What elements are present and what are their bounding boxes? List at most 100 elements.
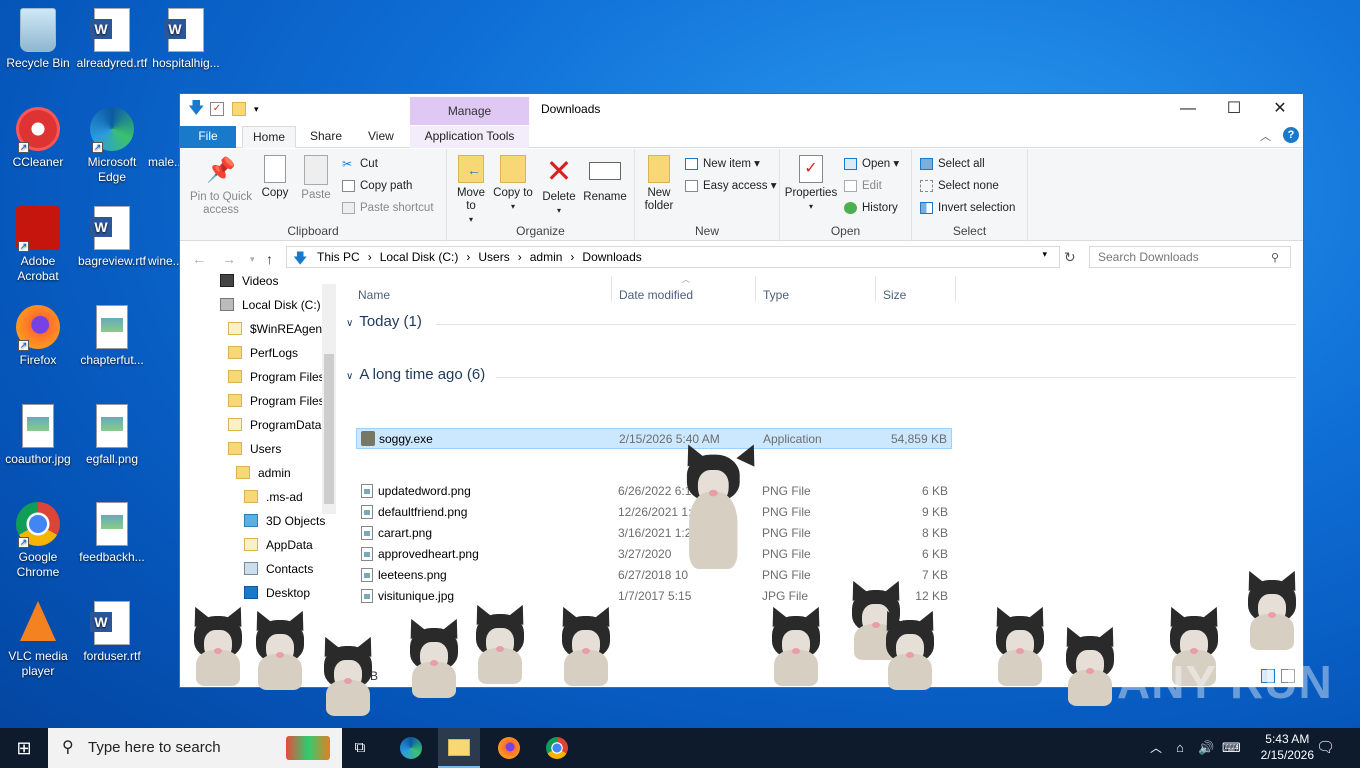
- table-row[interactable]: updatedword.png 6/26/2022 6:14 PM PNG File…: [356, 481, 952, 502]
- column-header-date[interactable]: Date modified: [619, 288, 693, 306]
- copy-button[interactable]: Copy: [258, 155, 292, 200]
- select-all-button[interactable]: Select all: [920, 155, 985, 173]
- nav-item-winreagent[interactable]: $WinREAgent: [228, 318, 325, 340]
- manage-contextual-tab[interactable]: Manage: [410, 97, 529, 125]
- table-row[interactable]: defaultfriend.png 12/26/2021 1:58 PM PNG F…: [356, 502, 952, 523]
- tab-home[interactable]: Home: [242, 126, 297, 148]
- close-button[interactable]: ✕: [1257, 94, 1303, 124]
- volume-icon[interactable]: 🔊: [1198, 728, 1216, 768]
- desktop-icon-wine[interactable]: wine...: [148, 206, 180, 269]
- taskbar-edge-icon[interactable]: [396, 728, 426, 768]
- minimize-button[interactable]: —: [1165, 94, 1211, 124]
- desktop-icon-alreadyred[interactable]: alreadyred.rtf: [74, 8, 150, 71]
- open-button[interactable]: Open ▾: [844, 155, 899, 173]
- desktop-icon-edge[interactable]: ↗ Microsoft Edge: [74, 107, 150, 185]
- easy-access-button[interactable]: Easy access ▾: [685, 177, 777, 195]
- desktop-icon-feedbackh[interactable]: feedbackh...: [74, 502, 150, 565]
- paste-button[interactable]: Paste: [298, 155, 334, 202]
- nav-item-contacts[interactable]: Contacts: [244, 558, 313, 580]
- table-row[interactable]: carart.png 3/16/2021 1:21 AM PNG File 8 KB: [356, 523, 952, 544]
- notifications-icon[interactable]: 🗨: [1316, 728, 1340, 768]
- history-button[interactable]: History: [844, 199, 898, 217]
- properties-button[interactable]: ✓ Properties ▾: [782, 155, 840, 213]
- clock[interactable]: 5:43 AM 2/15/2026: [1261, 731, 1314, 763]
- tab-share[interactable]: Share: [300, 126, 352, 148]
- search-input[interactable]: Search Downloads: [1089, 246, 1291, 268]
- taskbar-chrome-icon[interactable]: [542, 728, 572, 768]
- move-to-button[interactable]: ← Move to ▾: [451, 155, 491, 226]
- desktop-icon-male[interactable]: male...: [148, 107, 180, 170]
- desktop-icon-firefox[interactable]: ↗ Firefox: [0, 305, 76, 368]
- pin-quick-access-button[interactable]: 📌 Pin to Quick access: [186, 155, 256, 217]
- properties-qat-icon[interactable]: 🡇: [188, 101, 204, 117]
- taskbar-file-explorer-icon[interactable]: [438, 728, 480, 768]
- nav-item-programdata[interactable]: ProgramData: [228, 414, 321, 436]
- crumb-users[interactable]: Users: [478, 250, 509, 264]
- column-header-type[interactable]: Type: [763, 288, 789, 306]
- desktop-icon-chrome[interactable]: ↗ Google Chrome: [0, 502, 76, 580]
- column-header-size[interactable]: Size: [883, 288, 906, 306]
- crumb-this-pc[interactable]: This PC: [317, 250, 360, 264]
- desktop-icon-recycle-bin[interactable]: Recycle Bin: [0, 8, 76, 71]
- nav-item-local-disk[interactable]: Local Disk (C:): [220, 294, 321, 316]
- crumb-local-disk[interactable]: Local Disk (C:): [380, 250, 459, 264]
- rename-button[interactable]: Rename: [581, 155, 629, 204]
- start-button[interactable]: ⊞: [0, 728, 48, 768]
- nav-item-users[interactable]: Users: [228, 438, 281, 460]
- refresh-icon[interactable]: ↻: [1064, 249, 1076, 266]
- copy-to-button[interactable]: Copy to ▾: [493, 155, 533, 213]
- desktop-icon-coauthor[interactable]: coauthor.jpg: [0, 404, 76, 467]
- checkmark-qat-icon[interactable]: ✓: [210, 102, 224, 116]
- tab-view[interactable]: View: [358, 126, 404, 148]
- nav-scroll-thumb[interactable]: [324, 354, 334, 504]
- cut-button[interactable]: ✂ Cut: [342, 155, 378, 173]
- nav-item-program-files[interactable]: Program Files: [228, 366, 325, 388]
- tab-file[interactable]: File: [180, 126, 236, 148]
- paste-shortcut-button[interactable]: Paste shortcut: [342, 199, 434, 217]
- delete-button[interactable]: ✕ Delete ▾: [539, 155, 579, 217]
- nav-scrollbar[interactable]: [322, 284, 336, 514]
- desktop-icon-vlc[interactable]: VLC media player: [0, 601, 76, 679]
- up-arrow-icon[interactable]: ↑: [266, 251, 273, 267]
- edit-button[interactable]: Edit: [844, 177, 882, 195]
- nav-item-ms-ad[interactable]: .ms-ad: [244, 486, 303, 508]
- task-view-icon[interactable]: ⧉: [346, 728, 374, 768]
- nav-item-desktop[interactable]: Desktop: [244, 582, 310, 604]
- forward-arrow-icon[interactable]: →: [222, 251, 236, 267]
- desktop-icon-bagreview[interactable]: bagreview.rtf: [74, 206, 150, 269]
- nav-item-videos[interactable]: Videos: [220, 274, 278, 292]
- address-dropdown-icon[interactable]: ▾: [1042, 249, 1047, 260]
- desktop-icon-hospitalhig[interactable]: hospitalhig...: [148, 8, 224, 71]
- desktop-icon-acrobat[interactable]: ↗ Adobe Acrobat: [0, 206, 76, 284]
- taskbar-search-box[interactable]: ⚲ Type here to search: [48, 728, 342, 768]
- nav-item-appdata[interactable]: AppData: [244, 534, 313, 556]
- invert-selection-button[interactable]: Invert selection: [920, 199, 1015, 217]
- crumb-downloads[interactable]: Downloads: [582, 250, 641, 264]
- group-header-long-time-ago[interactable]: ∨ A long time ago (6): [346, 366, 1296, 383]
- desktop-icon-egfall[interactable]: egfall.png: [74, 404, 150, 467]
- taskbar-firefox-icon[interactable]: [494, 728, 524, 768]
- recent-locations-chevron-icon[interactable]: ▾: [250, 254, 255, 265]
- table-row[interactable]: soggy.exe 2/15/2026 5:40 AM Application …: [356, 428, 952, 449]
- help-icon[interactable]: ?: [1283, 127, 1299, 143]
- breadcrumb[interactable]: 🡇 This PC › Local Disk (C:) › Users › admin…: [286, 246, 1060, 268]
- network-icon[interactable]: ⌂: [1176, 728, 1192, 768]
- show-hidden-icons-chevron-icon[interactable]: ︿: [1150, 728, 1168, 768]
- column-header-name[interactable]: Name: [358, 288, 390, 306]
- nav-item-admin[interactable]: admin: [236, 462, 291, 484]
- group-header-today[interactable]: ∨ Today (1): [346, 313, 1296, 330]
- copy-path-button[interactable]: Copy path: [342, 177, 412, 195]
- nav-item-3d-objects[interactable]: 3D Objects: [244, 510, 325, 532]
- maximize-button[interactable]: ☐: [1211, 94, 1257, 124]
- desktop-icon-chapterfut[interactable]: chapterfut...: [74, 305, 150, 368]
- new-folder-qat-icon[interactable]: [232, 102, 246, 116]
- crumb-admin[interactable]: admin: [530, 250, 563, 264]
- tab-application-tools[interactable]: Application Tools: [410, 126, 529, 148]
- customize-qat-icon[interactable]: ▾: [254, 102, 268, 116]
- new-item-button[interactable]: New item ▾: [685, 155, 760, 173]
- ime-keyboard-icon[interactable]: ⌨: [1222, 728, 1241, 768]
- select-none-button[interactable]: Select none: [920, 177, 999, 195]
- desktop-icon-ccleaner[interactable]: ↗ CCleaner: [0, 107, 76, 170]
- collapse-ribbon-icon[interactable]: ︿: [1260, 128, 1271, 144]
- nav-item-program-files-x86[interactable]: Program Files: [228, 390, 325, 412]
